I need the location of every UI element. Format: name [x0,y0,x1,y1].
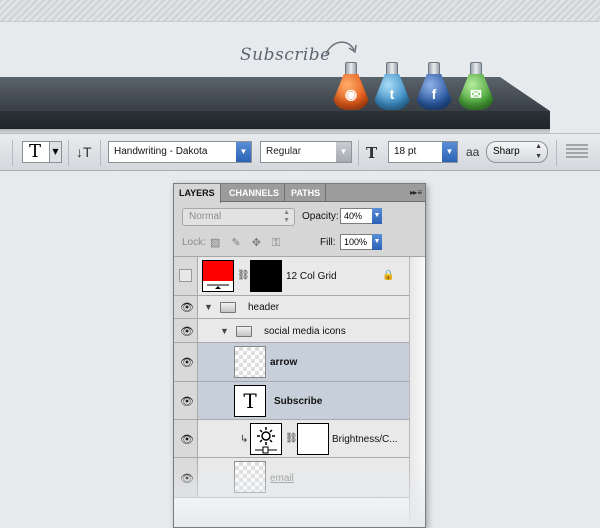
tool-preset-picker[interactable]: T ▼ [22,141,62,163]
font-size-select[interactable]: 18 pt ▼ [388,141,458,163]
font-size-value: 18 pt [394,146,417,157]
layer-row-arrow[interactable]: 👁 arrow [174,343,409,382]
layer-name: social media icons [264,326,346,337]
fade-overlay [174,457,425,527]
eye-icon[interactable]: 👁 [180,395,194,408]
layer-row-social-media-icons[interactable]: 👁 ▼ social media icons [174,319,409,343]
layer-row-brightness-contrast[interactable]: 👁 ↳ ⛓ Brightness/C... [174,420,409,458]
twitter-icon: t [389,86,395,102]
facebook-flask-icon[interactable]: f [414,62,454,110]
eye-icon[interactable]: 👁 [180,356,194,369]
fill-indicator-icon [203,281,233,291]
subscribe-label: Subscribe [240,45,331,65]
font-size-icon: T [366,144,378,162]
layer-name: 12 Col Grid [286,271,337,282]
eye-icon[interactable]: 👁 [180,433,194,446]
eye-icon[interactable]: 👁 [180,325,194,338]
toolbar-separator [68,140,69,166]
panel-menu-icon[interactable]: ▸▸ ≡ [410,188,422,197]
visibility-cell[interactable] [174,257,198,295]
triangle-down-icon[interactable]: ▼ [220,326,229,336]
clipping-arrow-icon: ↳ [240,434,249,445]
layer-name: Subscribe [274,396,323,407]
link-icon[interactable]: ⛓ [237,270,250,281]
align-left-icon[interactable] [566,144,588,160]
chevron-down-icon: ▼ [372,234,382,250]
mask-thumbnail [250,260,282,292]
email-flask-icon[interactable]: ✉ [456,62,496,110]
fill-value: 100% [344,237,368,247]
tab-paths[interactable]: PATHS [286,184,327,202]
brightness-sun-icon [255,427,277,454]
tab-channels[interactable]: CHANNELS [224,184,286,202]
updown-arrows-icon: ▲ ▼ [283,209,290,224]
chevron-down-icon: ▼ [49,142,61,162]
triangle-down-icon[interactable]: ▼ [204,302,213,312]
opacity-input[interactable]: 40% ▼ [340,208,382,224]
visibility-cell[interactable]: 👁 [174,296,198,318]
header-bar-edge [0,111,550,129]
layer-name: arrow [270,357,298,368]
fill-input[interactable]: 100% ▼ [340,234,382,250]
curved-arrow-icon [325,41,357,55]
folder-icon [220,302,236,313]
visibility-cell[interactable]: 👁 [174,420,198,457]
font-family-select[interactable]: Handwriting - Dakota ▼ [108,141,252,163]
layer-row-header[interactable]: 👁 ▼ header [174,296,409,319]
chevron-down-icon: ▼ [336,142,351,162]
visibility-cell[interactable]: 👁 [174,343,198,381]
lock-options-icons[interactable]: ▨ ✎ ✥ ⚿ [210,236,284,250]
layer-thumbnail [234,346,266,378]
layers-panel: LAYERS CHANNELS PATHS ▸▸ ≡ Normal ▲ ▼ Opa… [173,183,426,528]
top-stripe-background [0,0,600,22]
twitter-flask-icon[interactable]: t [372,62,412,110]
layer-row-subscribe[interactable]: 👁 T Subscribe [174,382,409,420]
toolbar-separator [358,140,359,166]
opacity-label: Opacity: [302,211,339,222]
rss-flask-icon[interactable]: ◉ [331,62,371,110]
chevron-down-icon: ▼ [236,142,251,162]
layer-name: header [248,302,280,313]
rss-icon: ◉ [344,86,358,102]
updown-arrows-icon: ▲ ▼ [535,143,542,160]
blend-mode-select[interactable]: Normal ▲ ▼ [182,208,295,226]
layer-thumbnail [202,260,234,292]
chevron-down-icon: ▼ [372,208,382,224]
blend-mode-value: Normal [189,211,222,222]
toolbar-separator [100,140,101,166]
lock-label: Lock: [182,237,206,248]
tab-layers[interactable]: LAYERS [174,184,221,203]
antialias-icon: aa [466,145,480,159]
visibility-cell[interactable]: 👁 [174,319,198,342]
facebook-icon: f [431,86,437,102]
email-icon: ✉ [470,86,482,102]
toolbar-separator [556,140,557,166]
type-options-toolbar: T ▼ ↓T Handwriting - Dakota ▼ Regular ▼ … [0,133,600,171]
type-tool-icon: T [29,141,42,162]
fill-label: Fill: [320,237,336,248]
chevron-down-icon: ▼ [442,142,457,162]
link-icon[interactable]: ⛓ [285,433,298,444]
layers-list: ⛓ 12 Col Grid 🔒 👁 ▼ header 👁 ▼ social me… [174,257,425,527]
lock-icon: 🔒 [382,270,395,281]
layer-name: Brightness/C... [332,434,398,445]
font-style-select[interactable]: Regular ▼ [260,141,352,163]
toolbar-separator [12,140,13,166]
antialias-value: Sharp [493,146,520,157]
opacity-value: 40% [344,211,363,221]
adjustment-thumbnail [250,423,282,455]
antialias-select[interactable]: Sharp ▲ ▼ [486,141,548,163]
mask-thumbnail [297,423,329,455]
eye-icon[interactable]: 👁 [180,301,194,314]
layer-row-12-col-grid[interactable]: ⛓ 12 Col Grid 🔒 [174,257,409,296]
font-style-value: Regular [266,146,302,157]
text-layer-icon: T [234,385,266,417]
font-family-value: Handwriting - Dakota [114,146,208,157]
visibility-cell[interactable]: 👁 [174,382,198,419]
folder-icon [236,326,252,337]
visibility-off-box[interactable] [179,269,192,282]
panel-tabs: LAYERS CHANNELS PATHS ▸▸ ≡ [174,184,425,203]
text-orientation-icon[interactable]: ↓T [76,141,96,163]
